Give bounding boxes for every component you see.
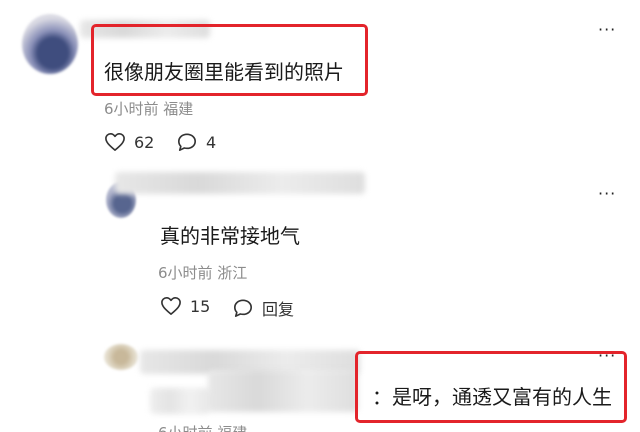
heart-icon [161,297,181,315]
like-button[interactable]: 15 [160,296,210,316]
reply-count-button[interactable]: 4 [176,132,216,152]
avatar[interactable] [22,14,78,74]
comment-meta: 6小时前 福建 [158,422,247,432]
blurred-reply-prefix [150,388,210,414]
blurred-reply-prefix [208,370,358,412]
more-options-icon[interactable]: ··· [598,20,616,39]
like-count: 15 [190,296,211,316]
like-count: 62 [134,132,155,152]
comment-icon [234,299,252,317]
reply-count: 4 [206,132,217,152]
reply-label: 回复 [262,300,295,319]
blurred-username [115,172,365,194]
more-options-icon[interactable]: ··· [598,184,616,203]
highlight-box [91,24,368,96]
comment-meta: 6小时前 福建 [104,100,194,118]
heart-icon [105,133,125,151]
comment-text: 真的非常接地气 [160,224,300,248]
reply-button[interactable]: 回复 [232,296,294,320]
highlight-box [355,351,627,423]
avatar[interactable] [104,344,138,370]
comment-icon [178,133,196,151]
comment-meta: 6小时前 浙江 [158,264,248,282]
like-button[interactable]: 62 [104,132,154,152]
